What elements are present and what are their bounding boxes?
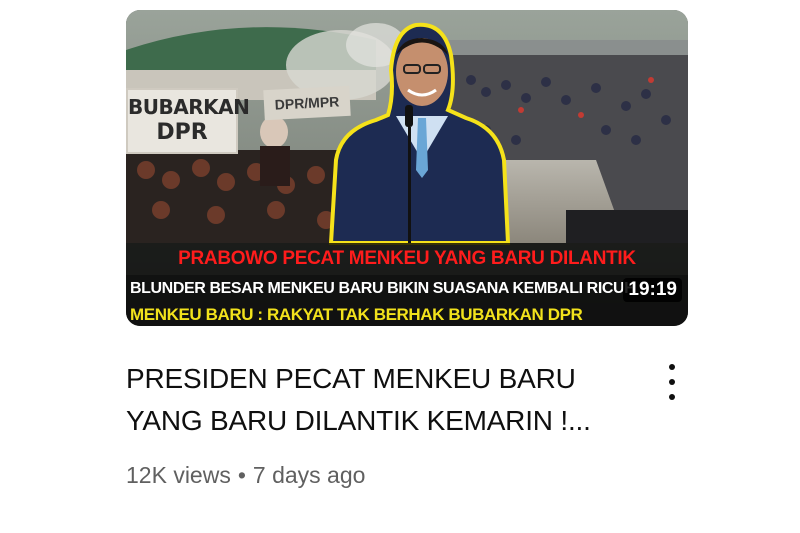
video-duration-badge: 19:19	[623, 278, 682, 302]
upload-age: 7 days ago	[252, 462, 366, 488]
dpr-mpr-sign: DPR/MPR	[263, 85, 351, 121]
sign-line-2: DPR	[156, 120, 208, 145]
video-title-line-1: PRESIDEN PECAT MENKEU BARU	[126, 363, 576, 394]
view-count: 12K views	[126, 462, 231, 488]
thumbnail-headline-yellow: MENKEU BARU : RAKYAT TAK BERHAK BUBARKAN…	[126, 303, 688, 326]
video-title-line-2: YANG BARU DILANTIK KEMARIN !...	[126, 405, 591, 436]
video-title[interactable]: PRESIDEN PECAT MENKEU BARU YANG BARU DIL…	[126, 358, 636, 442]
separator-dot: •	[237, 462, 246, 488]
thumbnail-headline-white: BLUNDER BESAR MENKEU BARU BIKIN SUASANA …	[126, 275, 688, 303]
thumbnail-headline-red: PRABOWO PECAT MENKEU YANG BARU DILANTIK	[126, 243, 688, 275]
video-metadata: 12K views • 7 days ago	[126, 462, 365, 489]
bubarkan-dpr-sign: BUBARKAN DPR	[126, 88, 250, 154]
three-dots-vertical-icon[interactable]	[660, 364, 684, 400]
sign-line-1: BUBARKAN	[128, 95, 250, 119]
video-thumbnail[interactable]: BUBARKAN DPR DPR/MPR PRABOWO PECAT MENKE…	[126, 10, 688, 326]
